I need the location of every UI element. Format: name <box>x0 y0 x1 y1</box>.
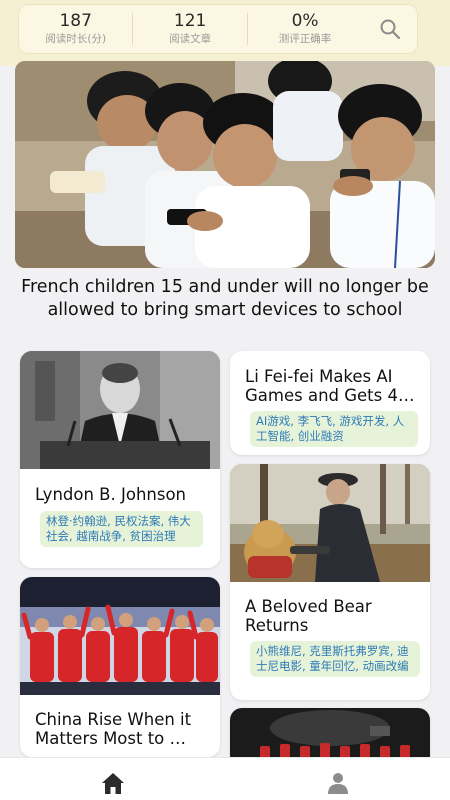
person-icon <box>328 773 348 794</box>
article-card-bear[interactable]: A Beloved Bear Returns 小熊维尼, 克里斯托弗罗宾, 迪士… <box>230 464 430 700</box>
stat-reading-time: 187 阅读时长(分) <box>19 11 134 45</box>
stat-label: 阅读时长(分) <box>45 33 107 45</box>
article-card-johnson[interactable]: Lyndon B. Johnson 林登·约翰逊, 民权法案, 伟大社会, 越南… <box>20 351 220 568</box>
team-celebration-photo <box>20 577 220 695</box>
home-icon <box>102 773 124 794</box>
reading-stats-bar: 187 阅读时长(分) 121 阅读文章 0% 测评正确率 <box>18 4 418 54</box>
card-tags: AI游戏, 李飞飞, 游戏开发, 人工智能, 创业融资 <box>250 411 418 447</box>
card-title: Li Fei-fei Makes AI Games and Gets 4… <box>245 367 415 405</box>
stat-label: 测评正确率 <box>278 33 332 45</box>
hero-title[interactable]: French children 15 and under will no lon… <box>15 276 435 322</box>
stat-value: 187 <box>59 11 92 31</box>
stat-articles-read: 121 阅读文章 <box>133 11 248 45</box>
card-title: Lyndon B. Johnson <box>35 485 187 504</box>
card-title: A Beloved Bear Returns <box>245 597 372 635</box>
card-title: China Rise When it Matters Most to … <box>35 710 192 748</box>
stat-quiz-accuracy: 0% 测评正确率 <box>248 11 362 46</box>
students-with-phones-photo <box>15 61 435 268</box>
article-card-lifeifei[interactable]: Li Fei-fei Makes AI Games and Gets 4… AI… <box>230 351 430 455</box>
stat-value: 121 <box>173 11 207 31</box>
stat-value: 0% <box>291 11 319 31</box>
search-icon <box>380 19 400 40</box>
card-tags: 林登·约翰逊, 民权法案, 伟大社会, 越南战争, 贫困治理 <box>40 511 203 547</box>
search-button[interactable] <box>362 9 417 49</box>
card-tags: 小熊维尼, 克里斯托弗罗宾, 迪士尼电影, 童年回忆, 动画改编 <box>250 641 420 677</box>
lyndon-johnson-photo <box>20 351 220 469</box>
bottom-navigation <box>0 757 450 800</box>
winnie-the-pooh-photo <box>230 464 430 582</box>
hero-image[interactable] <box>15 61 435 268</box>
nav-profile-button[interactable] <box>323 772 353 798</box>
article-card-china[interactable]: China Rise When it Matters Most to … <box>20 577 220 757</box>
nav-home-button[interactable] <box>98 772 128 798</box>
stat-label: 阅读文章 <box>169 33 212 45</box>
